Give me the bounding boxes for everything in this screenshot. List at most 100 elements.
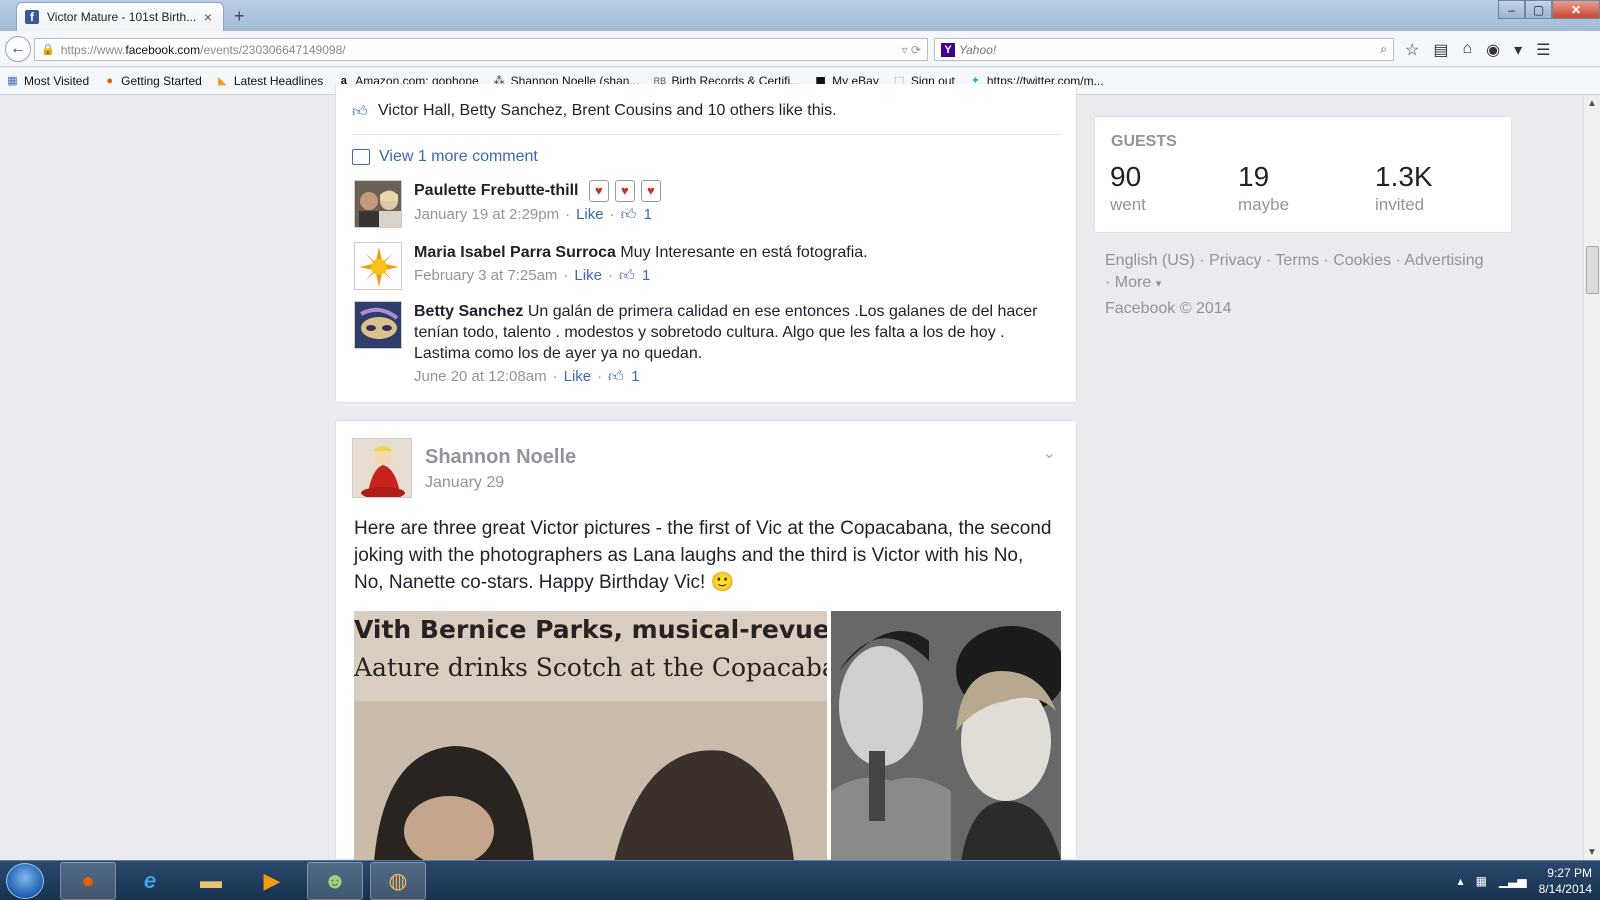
comment-date[interactable]: June 20 at 12:08am — [414, 366, 547, 387]
avatar[interactable] — [354, 242, 402, 290]
search-placeholder: Yahoo! — [959, 42, 997, 57]
comment-date[interactable]: February 3 at 7:25am — [414, 265, 557, 286]
bookmark-item[interactable]: ● Getting Started — [103, 74, 202, 88]
post-card: Shannon Noelle January 29 ⌄ Here are thr… — [335, 420, 1077, 861]
network-icon[interactable]: ▦ — [1476, 874, 1487, 888]
comment-item: Maria Isabel Parra Surroca Muy Interesan… — [354, 242, 1054, 292]
reload-icon[interactable]: ▿ ⟳ — [902, 43, 927, 57]
bookmarks-list-icon[interactable]: ▤ — [1433, 40, 1448, 60]
went-stat[interactable]: 90 went — [1110, 161, 1146, 215]
addon-icon[interactable]: ◉ — [1486, 40, 1500, 60]
people-icon: ☻ — [323, 868, 347, 893]
palette-icon: ◍ — [388, 868, 408, 893]
taskbar-media-player[interactable]: ▶ — [244, 862, 300, 900]
tab-title: Victor Mature - 101st Birth... — [47, 10, 197, 24]
comment-item: Paulette Frebutte-thill ♥ ♥ ♥ January 19 a… — [354, 180, 1054, 230]
taskbar-paint-app[interactable]: ◍ — [370, 862, 426, 900]
home-icon[interactable]: ⌂ — [1462, 40, 1472, 60]
invited-label: invited — [1375, 195, 1425, 214]
guests-card: GUESTS 90 went 19 maybe 1.3K invited — [1094, 116, 1512, 233]
url-bar[interactable]: 🔒 https://www. facebook.com/events/230306… — [34, 38, 928, 61]
like-count[interactable]: 1 — [631, 366, 639, 387]
bookmark-item[interactable]: ◣ Latest Headlines — [216, 74, 323, 88]
url-path: /events/230306647149098/ — [200, 42, 346, 57]
close-window-button[interactable]: ✕ — [1552, 0, 1600, 19]
like-link[interactable]: Like — [574, 265, 602, 286]
photo-clipping — [354, 611, 827, 861]
avatar[interactable] — [354, 180, 402, 228]
footer-link-advertising[interactable]: Advertising — [1404, 252, 1483, 269]
rss-icon: ◣ — [218, 74, 227, 87]
invited-count: 1.3K — [1375, 161, 1433, 192]
comment-date[interactable]: January 19 at 2:29pm — [414, 204, 559, 225]
dropdown-icon[interactable]: ▾ — [1514, 40, 1522, 60]
avatar-photo — [355, 302, 401, 348]
went-label: went — [1110, 195, 1146, 214]
folder-icon: ▬ — [200, 868, 222, 893]
menu-icon[interactable]: ☰ — [1536, 40, 1550, 60]
like-count[interactable]: 1 — [642, 265, 650, 286]
bookmark-star-icon[interactable]: ☆ — [1405, 40, 1419, 60]
comment-author[interactable]: Paulette Frebutte-thill — [414, 182, 578, 199]
like-thumb-icon: 👍︎ — [620, 206, 637, 223]
maybe-count: 19 — [1238, 161, 1270, 192]
footer-more-link[interactable]: More — [1115, 274, 1151, 291]
back-button[interactable]: ← — [5, 36, 31, 62]
maximize-button[interactable]: ▢ — [1525, 0, 1552, 19]
likes-summary[interactable]: 👍︎ Victor Hall, Betty Sanchez, Brent Cou… — [352, 102, 837, 120]
taskbar-firefox[interactable]: ● — [60, 862, 116, 900]
lock-icon: 🔒 — [41, 44, 55, 56]
post-date[interactable]: January 29 — [425, 474, 504, 492]
avatar[interactable] — [354, 301, 402, 349]
footer-link-cookies[interactable]: Cookies — [1333, 252, 1391, 269]
system-tray: ▴ ▦ ▁▃▅ 9:27 PM 8/14/2014 — [1458, 865, 1592, 897]
start-button[interactable] — [6, 863, 44, 899]
copyright: Facebook © 2014 — [1105, 300, 1232, 317]
footer-link-language[interactable]: English (US) — [1105, 252, 1195, 269]
taskbar-explorer[interactable]: ▬ — [183, 862, 239, 900]
tray-expand-icon[interactable]: ▴ — [1458, 874, 1464, 888]
heart-icon: ♥ — [588, 180, 609, 202]
footer-link-terms[interactable]: Terms — [1275, 252, 1319, 269]
like-link[interactable]: Like — [576, 204, 604, 225]
tab-close-icon[interactable]: × — [201, 9, 215, 25]
url-prefix: https://www. — [60, 42, 126, 57]
signal-icon[interactable]: ▁▃▅ — [1499, 874, 1527, 888]
minimize-button[interactable]: – — [1498, 0, 1525, 19]
comment-author[interactable]: Betty Sanchez — [414, 303, 523, 320]
internet-explorer-icon: e — [143, 868, 157, 893]
chevron-down-icon[interactable]: ⌄ — [1043, 443, 1056, 463]
invited-stat[interactable]: 1.3K invited — [1375, 161, 1433, 215]
footer-link-privacy[interactable]: Privacy — [1209, 252, 1261, 269]
taskbar-people-app[interactable]: ☻ — [307, 862, 363, 900]
yahoo-icon: Y — [941, 42, 955, 57]
back-arrow-icon: ← — [10, 40, 26, 57]
post-photo-lana[interactable] — [831, 611, 1061, 861]
like-count[interactable]: 1 — [644, 204, 652, 225]
like-thumb-icon: 👍︎ — [608, 368, 624, 385]
search-icon[interactable]: ⌕ — [1380, 42, 1387, 57]
comment-author[interactable]: Maria Isabel Parra Surroca — [414, 244, 616, 261]
post-photo-copacabana[interactable]: Vith Bernice Parks, musical-revue st Aat… — [354, 611, 827, 861]
scroll-down-icon[interactable]: ▼ — [1587, 847, 1597, 858]
scroll-up-icon[interactable]: ▲ — [1587, 98, 1597, 109]
post-author[interactable]: Shannon Noelle — [425, 446, 576, 469]
maybe-stat[interactable]: 19 maybe — [1238, 161, 1289, 215]
comment-body: Paulette Frebutte-thill ♥ ♥ ♥ January 19 a… — [414, 180, 1054, 225]
like-link[interactable]: Like — [564, 366, 592, 387]
view-more-comments-link[interactable]: View 1 more comment — [352, 148, 538, 166]
new-tab-button[interactable]: + — [234, 6, 245, 27]
url-domain: facebook.com — [125, 42, 201, 57]
taskbar-internet-explorer[interactable]: e — [122, 862, 178, 900]
browser-tab[interactable]: f Victor Mature - 101st Birth... × — [16, 2, 224, 31]
avatar-photo — [355, 243, 401, 289]
most-visited-icon: ▦ — [7, 74, 18, 87]
navigation-bar: ← 🔒 https://www. facebook.com/events/2303… — [0, 31, 1600, 67]
bookmark-item[interactable]: ▦ Most Visited — [6, 74, 89, 88]
clock[interactable]: 9:27 PM 8/14/2014 — [1539, 865, 1592, 897]
scrollbar-thumb[interactable] — [1586, 246, 1599, 294]
search-bar[interactable]: Y Yahoo! ⌕ — [934, 38, 1394, 61]
firefox-icon: ● — [106, 74, 113, 87]
vertical-scrollbar[interactable]: ▲ ▼ — [1583, 96, 1600, 860]
author-avatar[interactable] — [352, 438, 412, 498]
